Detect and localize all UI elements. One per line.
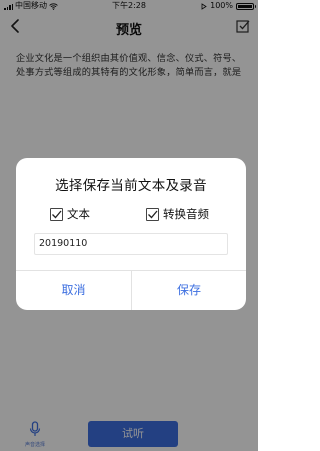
option-text-label: 文本 [67, 207, 90, 221]
option-audio[interactable]: 转换音频 [146, 206, 209, 222]
save-button[interactable]: 保存 [132, 271, 246, 310]
save-dialog: 选择保存当前文本及录音 文本 转换音频 20190110 取消 保存 [16, 158, 246, 310]
file-name-input[interactable]: 20190110 [34, 233, 228, 255]
text-checkbox[interactable] [50, 207, 63, 221]
option-audio-label: 转换音频 [163, 207, 209, 221]
cancel-button[interactable]: 取消 [16, 271, 131, 310]
check-icon [148, 210, 158, 218]
audio-checkbox[interactable] [146, 207, 159, 221]
option-text[interactable]: 文本 [50, 206, 90, 222]
check-icon [52, 210, 62, 218]
dialog-title: 选择保存当前文本及录音 [55, 178, 207, 194]
